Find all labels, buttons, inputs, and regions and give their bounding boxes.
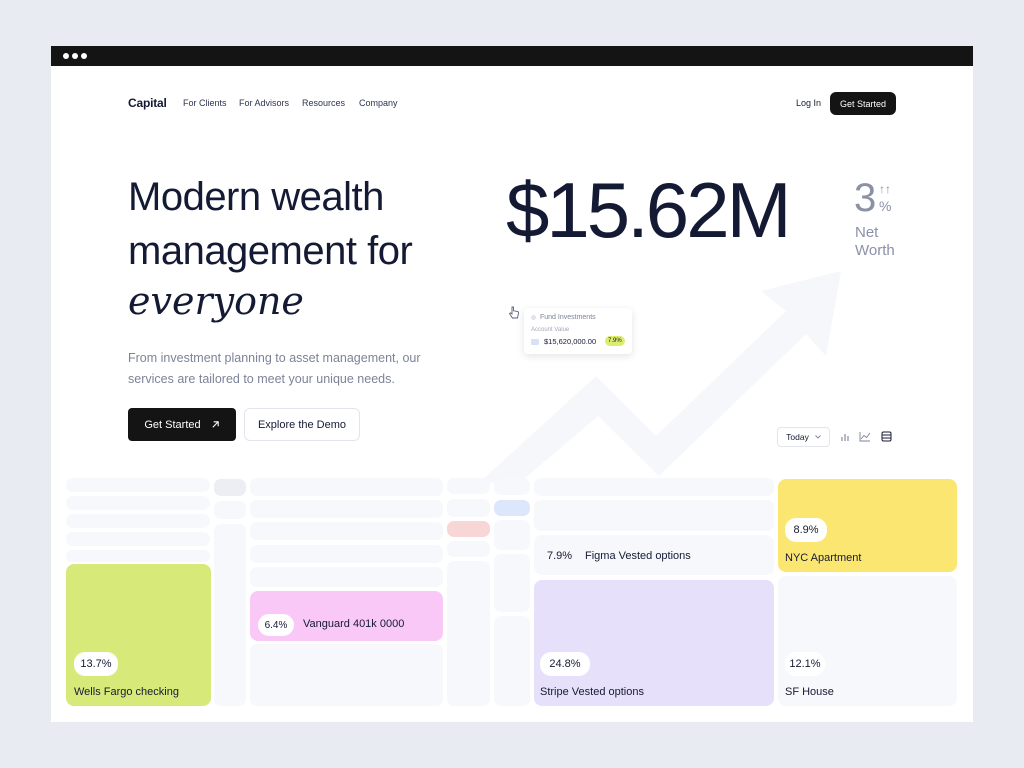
chevron-down-icon <box>815 435 821 439</box>
window-dot-icon[interactable] <box>63 53 69 59</box>
nav-link-company[interactable]: Company <box>359 98 398 108</box>
hand-cursor-icon <box>508 306 519 319</box>
holding-percent-badge: 6.4% <box>258 614 294 636</box>
page-content: Capital For Clients For Advisors Resourc… <box>51 66 973 722</box>
explore-demo-button[interactable]: Explore the Demo <box>244 408 360 441</box>
holding-name: Figma Vested options <box>585 550 691 562</box>
placeholder-tile <box>66 478 210 492</box>
placeholder-tile <box>250 567 443 587</box>
logo[interactable]: Capital <box>128 96 167 110</box>
placeholder-tile <box>494 520 530 550</box>
fund-card-label: Account Value <box>531 327 570 333</box>
hero-headline-italic: everyone <box>128 279 304 323</box>
placeholder-tile <box>66 550 210 562</box>
placeholder-tile <box>250 644 443 706</box>
browser-window: Capital For Clients For Advisors Resourc… <box>51 46 973 722</box>
placeholder-tile <box>494 554 530 612</box>
growth-arrow-graphic <box>481 271 841 486</box>
placeholder-tile <box>494 478 530 495</box>
holding-tile-figma[interactable]: 7.9% Figma Vested options <box>534 535 774 575</box>
fund-investments-card[interactable]: Fund Investments Account Value $15,620,0… <box>524 308 632 354</box>
holding-tile-stripe[interactable]: 24.8% Stripe Vested options <box>534 580 774 706</box>
hero-subtext: From investment planning to asset manage… <box>128 351 421 386</box>
fund-dot-icon <box>531 315 536 320</box>
placeholder-tile <box>66 496 210 510</box>
holding-percent-badge: 24.8% <box>540 652 590 676</box>
line-chart-view-button[interactable] <box>856 427 874 445</box>
net-worth-change: 3 <box>854 176 877 220</box>
net-worth-change-unit: % <box>879 198 892 214</box>
holding-percent-badge: 13.7% <box>74 652 118 676</box>
browser-titlebar <box>51 46 973 66</box>
holding-tile-nyc-apartment[interactable]: 8.9% NYC Apartment <box>778 479 957 572</box>
placeholder-tile <box>534 478 774 496</box>
fund-card-badge: 7.9% <box>605 336 625 346</box>
table-view-button[interactable] <box>877 427 895 445</box>
bar-chart-view-button[interactable] <box>836 427 854 445</box>
placeholder-tile <box>447 478 490 494</box>
nav-get-started-button[interactable]: Get Started <box>830 92 896 115</box>
placeholder-tile <box>250 522 443 540</box>
holding-percent-badge: 8.9% <box>785 518 827 542</box>
login-link[interactable]: Log In <box>796 98 821 108</box>
nav-link-for-advisors[interactable]: For Advisors <box>239 98 289 108</box>
placeholder-tile <box>214 524 246 706</box>
placeholder-tile <box>250 545 443 563</box>
placeholder-tile <box>447 561 490 706</box>
placeholder-tile <box>66 532 210 546</box>
holding-percent-badge: 12.1% <box>785 652 825 676</box>
placeholder-tile <box>447 499 490 517</box>
placeholder-tile <box>494 500 530 516</box>
period-select[interactable]: Today <box>777 427 830 447</box>
net-worth-label: Net Worth <box>855 224 895 259</box>
holding-name: Stripe Vested options <box>540 686 644 698</box>
holding-percent: 7.9% <box>547 550 573 562</box>
placeholder-tile <box>534 500 774 531</box>
holding-name: Vanguard 401k 0000 <box>303 618 405 630</box>
get-started-label: Get Started <box>144 418 201 431</box>
table-icon <box>881 431 891 441</box>
arrow-up-right-icon <box>212 421 219 428</box>
placeholder-tile <box>214 479 246 496</box>
holding-tile-wells-fargo[interactable]: 13.7% Wells Fargo checking <box>66 564 211 706</box>
holding-name: NYC Apartment <box>785 552 862 564</box>
bar-chart-icon <box>840 433 849 441</box>
window-dot-icon[interactable] <box>81 53 87 59</box>
line-chart-icon <box>859 431 871 441</box>
get-started-button[interactable]: Get Started <box>128 408 236 441</box>
trend-up-icon: ↑↑ <box>879 182 891 196</box>
placeholder-tile <box>214 501 246 519</box>
placeholder-tile <box>250 478 443 496</box>
account-card-icon <box>531 339 539 345</box>
hero-headline: Modern wealth management for <box>128 175 413 273</box>
period-select-value: Today <box>786 432 809 442</box>
nav-link-resources[interactable]: Resources <box>302 98 345 108</box>
net-worth-value: $15.62M <box>506 166 792 254</box>
fund-card-value: $15,620,000.00 <box>544 337 597 346</box>
placeholder-tile <box>447 541 490 557</box>
placeholder-tile <box>66 514 210 528</box>
holding-name: SF House <box>785 686 834 698</box>
placeholder-tile <box>250 500 443 518</box>
window-dot-icon[interactable] <box>72 53 78 59</box>
nav-link-for-clients[interactable]: For Clients <box>183 98 227 108</box>
fund-card-title: Fund Investments <box>540 314 596 321</box>
placeholder-tile <box>494 616 530 706</box>
holding-name: Wells Fargo checking <box>74 686 179 698</box>
holding-tile-vanguard[interactable]: 6.4% Vanguard 401k 0000 <box>250 591 443 641</box>
placeholder-tile <box>447 521 490 537</box>
holding-tile-sf-house[interactable]: 12.1% SF House <box>778 576 957 706</box>
